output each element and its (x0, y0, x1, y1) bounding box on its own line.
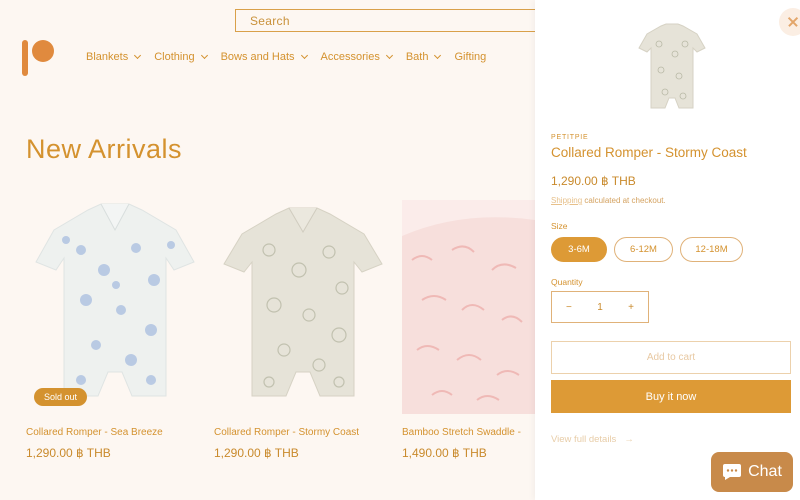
chevron-down-icon (385, 51, 393, 60)
view-full-details-link[interactable]: View full details → (551, 434, 634, 445)
product-name[interactable]: Collared Romper - Stormy Coast (214, 427, 392, 438)
section-title: New Arrivals (26, 134, 183, 164)
product-vendor: PETITPIE (551, 134, 589, 141)
search-placeholder: Search (250, 14, 290, 28)
nav-item-gifting[interactable]: Gifting (454, 51, 486, 63)
chevron-down-icon (300, 51, 308, 60)
increase-quantity-button[interactable]: + (628, 302, 634, 313)
drawer-product-title: Collared Romper - Stormy Coast (551, 145, 747, 160)
product-price: 1,290.00 ฿ THB (26, 446, 111, 460)
product-image[interactable] (402, 200, 535, 414)
shipping-link[interactable]: Shipping (551, 196, 582, 205)
arrow-right-icon: → (624, 434, 634, 445)
chat-label: Chat (748, 463, 782, 480)
size-option-6-12m[interactable]: 6-12M (614, 237, 673, 262)
product-image[interactable]: Sold out (26, 200, 204, 414)
size-option-12-18m[interactable]: 12-18M (680, 237, 743, 262)
close-icon[interactable] (779, 8, 800, 36)
quantity-stepper: − 1 + (551, 291, 649, 323)
buy-now-button[interactable]: Buy it now (551, 380, 791, 413)
search-input[interactable]: Search (235, 9, 545, 32)
chat-bubble-icon (723, 464, 742, 480)
brand-logo[interactable] (22, 38, 56, 78)
nav-item-clothing[interactable]: Clothing (154, 51, 208, 63)
drawer-product-price: 1,290.00 ฿ THB (551, 174, 636, 188)
nav-item-blankets[interactable]: Blankets (86, 51, 142, 63)
product-name[interactable]: Collared Romper - Sea Breeze (26, 427, 204, 438)
nav-item-bows-and-hats[interactable]: Bows and Hats (221, 51, 308, 63)
chevron-down-icon (200, 51, 208, 60)
nav-item-accessories[interactable]: Accessories (321, 51, 393, 63)
chat-button[interactable]: Chat (711, 452, 793, 492)
quantity-input[interactable]: 1 (597, 302, 603, 313)
chevron-down-icon (134, 51, 142, 60)
nav-item-bath[interactable]: Bath (406, 51, 442, 63)
decrease-quantity-button[interactable]: − (566, 302, 572, 313)
main-nav: Blankets Clothing Bows and Hats Accessor… (86, 51, 500, 63)
drawer-product-image (635, 22, 709, 114)
quantity-label: Quantity (551, 277, 583, 287)
chevron-down-icon (434, 51, 442, 60)
add-to-cart-button[interactable]: Add to cart (551, 341, 791, 374)
shipping-note: Shipping calculated at checkout. (551, 196, 666, 205)
size-label: Size (551, 221, 568, 231)
status-badge: Sold out (34, 388, 88, 406)
product-price: 1,290.00 ฿ THB (214, 446, 299, 460)
size-option-3-6m[interactable]: 3-6M (551, 237, 607, 262)
size-options: 3-6M 6-12M 12-18M (551, 237, 743, 262)
product-card[interactable]: Sold out Collared Romper - Sea Breeze 1,… (26, 200, 204, 460)
product-image[interactable] (214, 200, 392, 414)
quick-view-drawer: PETITPIE Collared Romper - Stormy Coast … (535, 0, 800, 500)
product-card[interactable]: Collared Romper - Stormy Coast 1,290.00 … (214, 200, 392, 460)
